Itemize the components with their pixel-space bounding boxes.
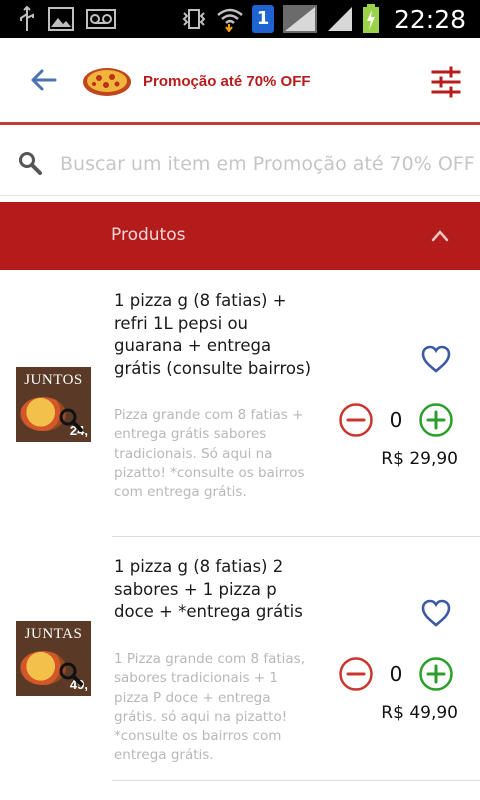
header-accent-line: [0, 122, 480, 125]
zoom-icon: [59, 408, 83, 432]
product-image[interactable]: JUNTAS 49,: [16, 621, 91, 696]
product-image-heading: JUNTOS: [24, 372, 83, 388]
pizza-logo: [83, 68, 131, 96]
product-image-heading: JUNTAS: [24, 626, 83, 642]
search-input[interactable]: [60, 150, 480, 178]
signal-icon: [282, 5, 317, 33]
arrow-left-icon: [31, 69, 57, 91]
product-price: R$ 49,90: [381, 703, 458, 723]
signal-2-icon: [327, 7, 352, 31]
status-bar-notifications: [18, 6, 116, 32]
app-header: Promoção até 70% OFF: [0, 38, 480, 124]
product-description: Pizza grande com 8 fatias + entrega grát…: [114, 407, 305, 501]
product-title: 1 pizza g (8 fatias) + refri 1L pepsi ou…: [114, 291, 312, 378]
wifi-icon: [217, 8, 243, 32]
heart-icon[interactable]: [420, 344, 452, 374]
increase-quantity-button[interactable]: [418, 402, 454, 438]
product-image[interactable]: JUNTOS 24,: [16, 367, 91, 442]
status-bar: 1 22:28: [0, 0, 480, 38]
search-icon: [19, 152, 42, 175]
chevron-up-icon: [431, 230, 449, 242]
divider: [112, 780, 480, 781]
product-description: 1 Pizza grande com 8 fatias, sabores tra…: [114, 651, 305, 764]
product-price: R$ 29,90: [381, 449, 458, 469]
search-bar: [0, 130, 480, 196]
divider: [112, 536, 480, 537]
back-button[interactable]: [26, 62, 62, 98]
vibrate-icon: [182, 9, 206, 29]
increase-quantity-button[interactable]: [418, 656, 454, 692]
clock: 22:28: [393, 4, 466, 34]
sliders-icon[interactable]: [430, 66, 462, 98]
quantity-value: 0: [389, 408, 403, 432]
product-item[interactable]: JUNTAS 49, 1 pizza g (8 fatias) 2 sabore…: [0, 556, 480, 786]
usb-icon: [20, 6, 34, 31]
decrease-quantity-button[interactable]: [338, 402, 374, 438]
product-title: 1 pizza g (8 fatias) 2 sabores + 1 pizza…: [114, 557, 303, 621]
heart-icon[interactable]: [420, 598, 452, 628]
decrease-quantity-button[interactable]: [338, 656, 374, 692]
voicemail-icon: [86, 9, 116, 29]
image-icon: [48, 7, 74, 31]
quantity-value: 0: [389, 662, 403, 686]
product-item[interactable]: JUNTOS 24, 1 pizza g (8 fatias) + refri …: [0, 290, 480, 538]
battery-charging-icon: [362, 4, 379, 33]
page-title: Promoção até 70% OFF: [143, 73, 311, 90]
section-title: Produtos: [111, 225, 186, 245]
zoom-icon: [59, 662, 83, 686]
section-header-produtos[interactable]: Produtos: [0, 202, 480, 270]
status-bar-system: 1 22:28: [180, 4, 466, 34]
sim-badge: 1: [251, 5, 274, 33]
